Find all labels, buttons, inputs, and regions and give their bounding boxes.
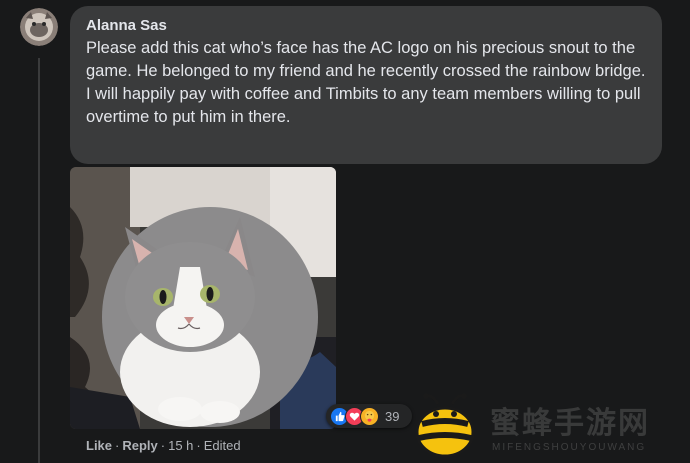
like-link[interactable]: Like	[86, 438, 112, 453]
edited-label[interactable]: Edited	[204, 438, 241, 453]
reaction-count: 39	[385, 408, 400, 424]
comment-bubble: Alanna Sas Please add this cat who’s fac…	[70, 6, 662, 164]
comment-photo[interactable]	[70, 167, 336, 429]
watermark-text: 蜜蜂手游网	[490, 406, 650, 441]
comment-actions: Like · Reply · 15 h · Edited	[86, 438, 241, 453]
watermark-subtext: MIFENGSHOUYOUWANG	[492, 442, 647, 453]
timestamp[interactable]: 15 h	[168, 438, 193, 453]
separator: ·	[196, 438, 201, 453]
thread-line	[38, 58, 40, 463]
bee-logo-icon	[415, 393, 475, 458]
separator: ·	[115, 438, 120, 453]
comment-text: Please add this cat who’s face has the A…	[86, 39, 646, 126]
care-icon	[360, 406, 379, 426]
reply-link[interactable]: Reply	[122, 438, 157, 453]
separator: ·	[160, 438, 166, 453]
comment-thread: Alanna Sas Please add this cat who’s fac…	[0, 0, 690, 463]
watermark: 蜜蜂手游网 MIFENGSHOUYOUWANG	[412, 392, 682, 460]
avatar[interactable]	[20, 8, 58, 46]
comment-author[interactable]: Alanna Sas	[86, 17, 650, 35]
reaction-summary[interactable]: 39	[326, 404, 412, 428]
